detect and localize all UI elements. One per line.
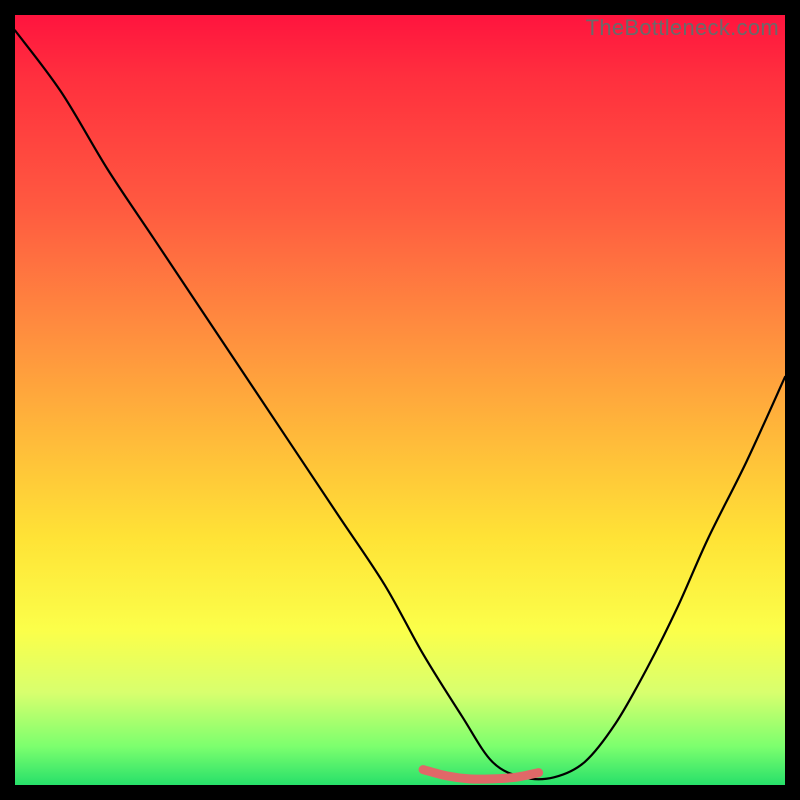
chart-svg: [15, 15, 785, 785]
optimal-basin: [423, 770, 538, 780]
bottleneck-curve: [15, 30, 785, 779]
watermark-text: TheBottleneck.com: [586, 15, 779, 41]
chart-plot-area: TheBottleneck.com: [15, 15, 785, 785]
chart-frame: TheBottleneck.com: [0, 0, 800, 800]
